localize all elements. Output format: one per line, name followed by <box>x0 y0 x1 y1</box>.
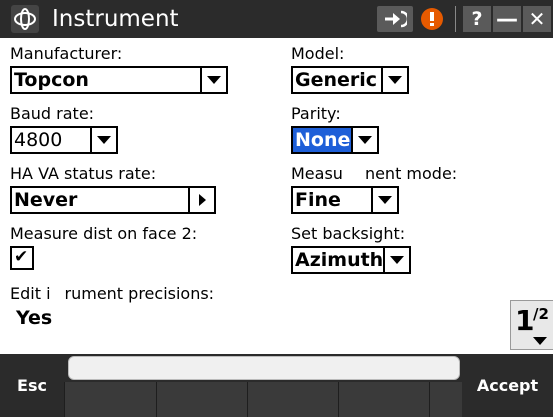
chevron-down-icon <box>358 136 372 144</box>
edit-precisions-label-start: Edit i <box>10 284 51 303</box>
edit-precisions-label: Edit i rument precisions: <box>10 284 214 304</box>
parity-select[interactable]: None <box>291 126 379 154</box>
connect-arrow-icon <box>385 10 407 28</box>
set-backsight-dropdown-button[interactable] <box>383 248 409 272</box>
measurement-mode-label-start: Measu <box>291 164 343 183</box>
measurement-mode-label-end: nent mode: <box>364 164 458 183</box>
page-number: 1 <box>515 304 535 337</box>
softkey-slot-3[interactable] <box>247 382 338 417</box>
model-label: Model: <box>291 44 345 63</box>
chevron-down-icon <box>390 256 404 264</box>
measure-dist-face2-checkbox[interactable]: ✔ <box>10 246 34 270</box>
minimize-button[interactable]: — <box>493 6 521 32</box>
accept-button[interactable]: Accept <box>462 354 553 417</box>
manufacturer-value: Topcon <box>14 69 89 91</box>
softkey-slot-2[interactable] <box>156 382 247 417</box>
softkey-slot-4[interactable] <box>338 382 429 417</box>
trimble-globe-icon[interactable] <box>10 4 40 34</box>
title-bar: Instrument ? — ✕ <box>0 0 553 38</box>
baud-rate-select[interactable]: 4800 <box>10 126 118 154</box>
chevron-down-icon <box>533 337 547 345</box>
measurement-mode-value: Fine <box>295 189 341 211</box>
parity-dropdown-button[interactable] <box>351 128 377 152</box>
edit-precisions-value[interactable]: Yes <box>16 306 52 330</box>
set-backsight-select[interactable]: Azimuth <box>291 246 411 274</box>
baud-rate-value: 4800 <box>14 129 63 151</box>
ha-va-status-rate-select[interactable]: Never <box>10 186 216 214</box>
measurement-mode-dropdown-button[interactable] <box>371 188 397 212</box>
warning-icon <box>421 8 443 30</box>
measurement-mode-select[interactable]: Fine <box>291 186 399 214</box>
baud-rate-label: Baud rate: <box>10 104 95 123</box>
warning-button[interactable] <box>414 6 450 32</box>
checkmark-icon: ✔ <box>14 247 29 267</box>
chevron-down-icon <box>207 76 221 84</box>
set-backsight-value: Azimuth <box>295 249 383 271</box>
chevron-down-icon <box>378 196 392 204</box>
model-value: Generic <box>295 69 378 91</box>
manufacturer-label: Manufacturer: <box>10 44 123 63</box>
bottom-softkey-bar: Esc Accept <box>0 354 553 417</box>
model-dropdown-button[interactable] <box>381 68 407 92</box>
parity-value: None <box>293 128 351 152</box>
chevron-right-icon <box>198 194 206 206</box>
chevron-down-icon <box>388 76 402 84</box>
window-title: Instrument <box>52 6 179 32</box>
ha-va-status-rate-value: Never <box>14 189 78 211</box>
model-select[interactable]: Generic <box>291 66 409 94</box>
chevron-down-icon <box>97 136 111 144</box>
close-button[interactable]: ✕ <box>523 6 551 32</box>
softkey-slot-1[interactable] <box>64 382 156 417</box>
parity-label: Parity: <box>291 104 341 123</box>
baud-rate-dropdown-button[interactable] <box>90 128 116 152</box>
measure-dist-face2-label: Measure dist on face 2: <box>10 224 198 243</box>
titlebar-divider <box>455 6 456 32</box>
status-line <box>68 356 460 380</box>
help-button[interactable]: ? <box>463 6 491 32</box>
esc-button[interactable]: Esc <box>0 354 64 417</box>
ha-va-status-rate-next-button[interactable] <box>188 188 214 212</box>
page-switch-button[interactable]: 1 /2 <box>510 300 553 350</box>
softkey-slot-5[interactable] <box>429 382 462 417</box>
set-backsight-label: Set backsight: <box>291 224 406 243</box>
measurement-mode-label: Measu nent mode: <box>291 164 457 184</box>
edit-precisions-label-end: rument precisions: <box>64 284 215 303</box>
manufacturer-select[interactable]: Topcon <box>10 66 228 94</box>
page-total: /2 <box>533 305 549 323</box>
manufacturer-dropdown-button[interactable] <box>200 68 226 92</box>
ha-va-status-rate-label: HA VA status rate: <box>10 164 157 183</box>
connect-button[interactable] <box>377 6 413 32</box>
